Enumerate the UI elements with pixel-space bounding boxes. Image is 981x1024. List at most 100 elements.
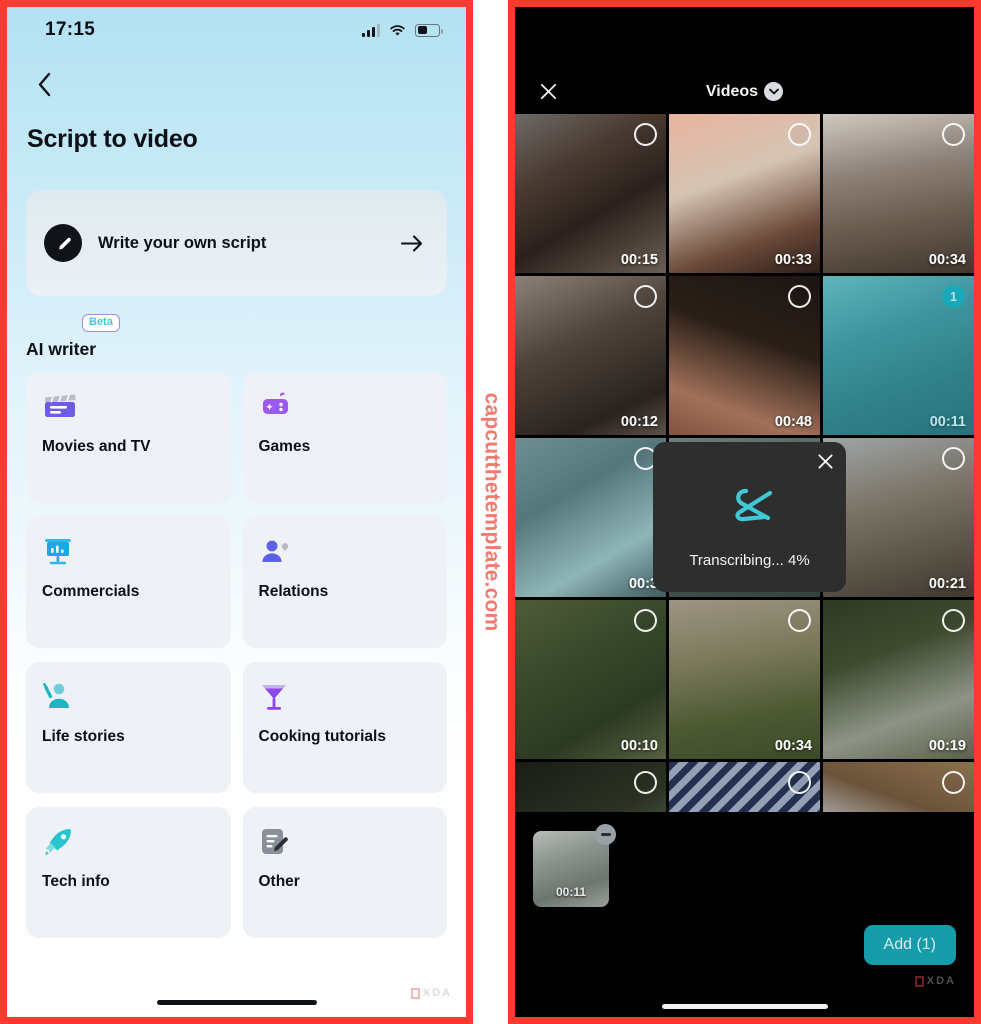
picker-header: Videos [515, 69, 974, 114]
selection-tray: 00:11 Add (1) XDA [515, 812, 974, 1017]
video-duration: 00:34 [928, 252, 966, 268]
select-checkbox[interactable] [634, 771, 657, 794]
transcribing-status-text: Transcribing... 4% [689, 552, 810, 569]
video-duration: 00:10 [620, 738, 658, 754]
right-status-bar [515, 7, 974, 69]
selected-clip-duration: 00:11 [555, 885, 587, 899]
video-duration: 00:48 [774, 414, 812, 430]
gamepad-icon [259, 387, 432, 427]
category-label: Tech info [42, 873, 110, 890]
page-title: Script to video [27, 125, 198, 153]
select-checkbox[interactable] [788, 285, 811, 308]
category-card-movies-and-tv[interactable]: Movies and TV [26, 372, 231, 503]
watermark-text: capcutthetemplate.com [480, 392, 504, 632]
write-your-own-script-card[interactable]: Write your own script [26, 190, 447, 296]
nav-bar [7, 53, 466, 109]
status-badge: Beta [82, 314, 120, 332]
status-bar-icons [362, 23, 443, 37]
category-label: Movies and TV [42, 438, 151, 455]
wifi-icon [389, 24, 406, 37]
capcut-logo-icon [724, 486, 776, 531]
select-checkbox[interactable] [788, 123, 811, 146]
video-thumbnail[interactable]: 00:34 [669, 600, 820, 759]
video-thumbnail[interactable] [515, 762, 666, 812]
script-to-video-screen: 17:15 Script to video Write your own scr… [7, 7, 466, 1017]
category-label: Relations [258, 583, 329, 600]
home-indicator [661, 1004, 828, 1009]
video-picker-screen: Videos 00:15 00:33 00:34 00:12 00:48 1 0… [515, 7, 974, 1017]
person-waving-icon [42, 677, 215, 717]
video-grid-container[interactable]: 00:15 00:33 00:34 00:12 00:48 1 00:11 00… [515, 114, 974, 812]
category-card-games[interactable]: Games [242, 372, 447, 503]
select-checkbox[interactable] [788, 771, 811, 794]
select-checkbox-selected[interactable]: 1 [942, 285, 965, 308]
video-duration: 00:21 [928, 576, 966, 592]
site-watermark: capcutthetemplate.com [474, 0, 508, 1024]
category-label: Games [258, 438, 311, 455]
category-card-other[interactable]: Other [242, 807, 447, 938]
xda-logo: XDA [410, 987, 452, 999]
close-x-icon[interactable] [533, 77, 563, 107]
xda-mark-icon [410, 987, 420, 999]
ai-writer-category-grid: Movies and TV Games Commercials Relation… [26, 372, 447, 938]
video-thumbnail[interactable]: 00:15 [515, 114, 666, 273]
select-checkbox[interactable] [634, 285, 657, 308]
category-label: Cooking tutorials [258, 728, 386, 745]
presentation-chart-icon [42, 532, 215, 572]
category-label: Commercials [42, 583, 140, 600]
back-chevron-icon[interactable] [27, 67, 61, 101]
category-card-commercials[interactable]: Commercials [26, 517, 231, 648]
video-thumbnail[interactable] [823, 762, 974, 812]
home-indicator-area: XDA [7, 987, 466, 1017]
video-thumbnail[interactable]: 00:48 [669, 276, 820, 435]
minus-circle-icon[interactable] [595, 824, 616, 845]
select-checkbox[interactable] [942, 447, 965, 470]
category-card-cooking-tutorials[interactable]: Cooking tutorials [242, 662, 447, 793]
ai-writer-section-header: AI writer Beta [26, 314, 466, 360]
right-phone-frame: Videos 00:15 00:33 00:34 00:12 00:48 1 0… [508, 0, 981, 1024]
clapperboard-icon [42, 387, 215, 427]
video-thumbnail[interactable]: 00:3 [515, 438, 666, 597]
close-x-icon[interactable] [814, 450, 836, 472]
select-checkbox[interactable] [634, 609, 657, 632]
script-card-label: Write your own script [98, 233, 267, 252]
section-title: AI writer [26, 339, 97, 359]
category-card-relations[interactable]: Relations [242, 517, 447, 648]
category-card-life-stories[interactable]: Life stories [26, 662, 231, 793]
video-thumbnail[interactable]: 00:19 [823, 600, 974, 759]
note-pencil-icon [259, 822, 432, 862]
battery-icon [415, 23, 443, 37]
status-bar-clock: 17:15 [45, 19, 96, 40]
picker-title: Videos [705, 82, 759, 100]
video-thumbnail-selected[interactable]: 1 00:11 [823, 276, 974, 435]
rocket-icon [42, 822, 215, 862]
video-thumbnail[interactable] [669, 762, 820, 812]
select-checkbox[interactable] [942, 123, 965, 146]
picker-title-group[interactable]: Videos [515, 69, 974, 114]
pencil-edit-icon [44, 224, 82, 262]
video-duration: 00:19 [928, 738, 966, 754]
arrow-right-icon[interactable] [399, 230, 425, 256]
select-checkbox[interactable] [942, 771, 965, 794]
transcribing-dialog: Transcribing... 4% [653, 442, 846, 592]
video-duration: 00:12 [620, 414, 658, 430]
video-duration: 00:34 [774, 738, 812, 754]
select-checkbox[interactable] [634, 123, 657, 146]
select-checkbox[interactable] [788, 609, 811, 632]
people-icon [259, 532, 432, 572]
category-label: Life stories [42, 728, 125, 745]
category-label: Other [258, 873, 300, 890]
left-phone-frame: 17:15 Script to video Write your own scr… [0, 0, 473, 1024]
xda-mark-icon [914, 975, 924, 987]
add-button[interactable]: Add (1) [863, 925, 956, 965]
chevron-down-icon[interactable] [764, 82, 784, 101]
video-thumbnail[interactable]: 00:10 [515, 600, 666, 759]
video-thumbnail[interactable]: 00:34 [823, 114, 974, 273]
video-thumbnail[interactable]: 00:12 [515, 276, 666, 435]
video-duration: 00:11 [929, 414, 966, 430]
video-duration: 00:33 [774, 252, 812, 268]
select-checkbox[interactable] [942, 609, 965, 632]
video-thumbnail[interactable]: 00:33 [669, 114, 820, 273]
category-card-tech-info[interactable]: Tech info [26, 807, 231, 938]
video-duration: 00:15 [620, 252, 658, 268]
